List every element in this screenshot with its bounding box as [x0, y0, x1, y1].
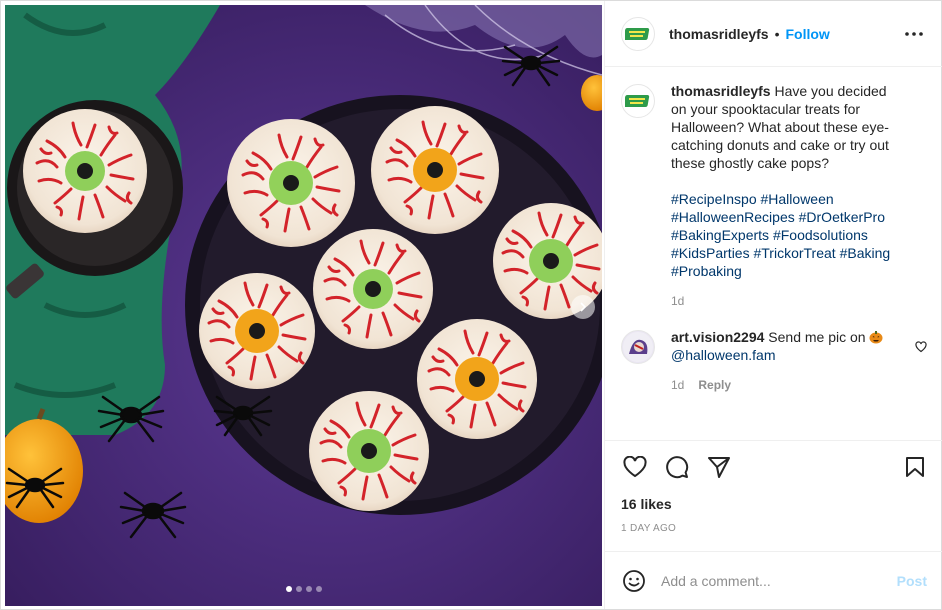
carousel-dot — [315, 586, 322, 592]
carousel-dot — [305, 586, 312, 592]
avatar[interactable] — [621, 330, 655, 364]
carousel-indicator — [5, 586, 602, 592]
emoji-button[interactable] — [621, 568, 647, 594]
comment-mention[interactable]: @halloween.fam — [671, 346, 901, 364]
user-avatar-icon — [623, 332, 653, 362]
post-image[interactable] — [5, 5, 602, 606]
avatar[interactable] — [621, 84, 655, 118]
bookmark-icon — [906, 457, 924, 477]
chevron-right-icon — [580, 302, 587, 312]
more-horizontal-icon — [905, 31, 923, 36]
post-side-panel: thomasridleyfs • Follow thomasridleyfs H… — [604, 1, 942, 609]
add-comment-bar: Post — [605, 551, 942, 609]
thomas-ridley-logo-icon — [625, 95, 650, 107]
avatar[interactable] — [621, 16, 655, 51]
jack-o-lantern-emoji-icon — [869, 331, 883, 344]
likes-count[interactable]: 16 likes — [621, 496, 929, 512]
heart-icon — [915, 341, 927, 353]
thomas-ridley-logo-icon — [625, 27, 650, 40]
save-button[interactable] — [901, 454, 929, 480]
caption-row: thomasridleyfs Have you decided on your … — [621, 82, 927, 310]
header-separator: • — [774, 25, 780, 42]
smiley-icon — [623, 569, 645, 592]
carousel-dot — [295, 586, 302, 592]
comment-meta: 1d Reply — [671, 376, 901, 394]
post-actions: 16 likes 1 DAY AGO — [605, 440, 942, 534]
comment-age[interactable]: 1d — [671, 376, 684, 394]
caption-meta: 1d — [671, 292, 901, 310]
comment-row: art.vision2294 Send me pic on @halloween… — [621, 328, 927, 394]
caption-hashtags[interactable]: #RecipeInspo #Halloween #HalloweenRecipe… — [671, 190, 901, 280]
instagram-post: thomasridleyfs • Follow thomasridleyfs H… — [0, 0, 942, 610]
post-date[interactable]: 1 DAY AGO — [621, 523, 929, 534]
comment-input[interactable] — [661, 572, 897, 589]
follow-button[interactable]: Follow — [786, 26, 830, 42]
share-button[interactable] — [705, 454, 733, 480]
comment-body: art.vision2294 Send me pic on @halloween… — [671, 328, 901, 394]
paper-plane-icon — [708, 457, 730, 478]
caption-age[interactable]: 1d — [671, 292, 684, 310]
post-comment-button[interactable]: Post — [897, 573, 927, 589]
author-username[interactable]: thomasridleyfs — [669, 26, 769, 42]
comments-section: thomasridleyfs Have you decided on your … — [605, 68, 942, 440]
like-comment-button[interactable] — [915, 340, 927, 358]
post-header: thomasridleyfs • Follow — [605, 1, 942, 67]
comment-button[interactable] — [663, 454, 691, 480]
comment-username[interactable]: art.vision2294 — [671, 329, 764, 345]
caption-username[interactable]: thomasridleyfs — [671, 83, 771, 99]
like-button[interactable] — [621, 454, 649, 480]
carousel-next-button[interactable] — [571, 295, 595, 319]
heart-icon — [623, 456, 647, 478]
carousel-dot — [285, 586, 292, 592]
caption-body: thomasridleyfs Have you decided on your … — [671, 82, 901, 310]
reply-button[interactable]: Reply — [698, 376, 731, 394]
action-icons — [621, 454, 929, 480]
more-options-button[interactable] — [902, 22, 926, 46]
comment-bubble-icon — [666, 456, 689, 479]
comment-text: Send me pic on — [768, 329, 866, 345]
